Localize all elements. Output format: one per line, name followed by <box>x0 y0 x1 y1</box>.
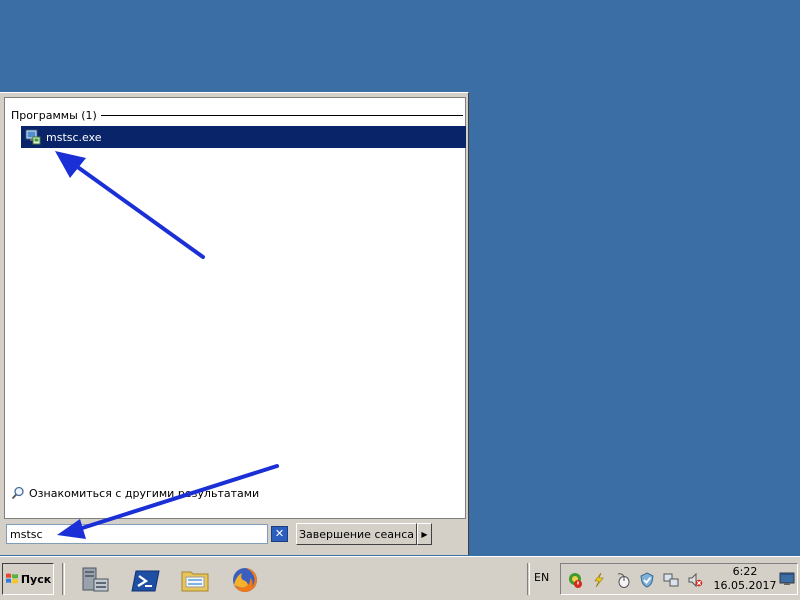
start-menu: Программы (1) mstsc.exe Ознакомиться с д… <box>0 92 469 555</box>
security-icon[interactable] <box>639 572 655 588</box>
clock[interactable]: 6:22 16.05.2017 <box>713 565 777 593</box>
tray-separator <box>527 563 530 595</box>
group-title: Программы (1) <box>11 108 97 122</box>
power-icon[interactable] <box>591 572 607 588</box>
clock-date: 16.05.2017 <box>713 579 777 592</box>
start-label: Пуск <box>20 572 52 586</box>
clear-search-button[interactable]: ✕ <box>271 526 288 542</box>
search-icon <box>11 486 24 500</box>
mouse-icon[interactable] <box>615 572 631 588</box>
server-manager-icon[interactable] <box>80 565 110 595</box>
shutdown-button[interactable]: Завершение сеанса <box>296 523 417 545</box>
update-warning-icon[interactable] <box>567 572 583 588</box>
windows-logo-icon <box>5 573 18 584</box>
taskbar-grip <box>62 563 65 595</box>
clock-time: 6:22 <box>732 565 758 578</box>
firefox-icon[interactable] <box>230 565 260 595</box>
powershell-icon[interactable] <box>131 565 161 595</box>
results-group-header: Программы (1) <box>11 108 463 122</box>
shutdown-options-button[interactable]: ▶ <box>417 523 432 545</box>
network-icon[interactable] <box>663 572 679 588</box>
result-item-mstsc[interactable]: mstsc.exe <box>21 126 466 148</box>
explorer-icon[interactable] <box>180 565 210 595</box>
search-input[interactable] <box>6 524 268 544</box>
search-row: ✕ Завершение сеанса ▶ <box>4 523 466 547</box>
result-item-label: mstsc.exe <box>46 130 102 144</box>
taskbar: Пуск EN 6:22 16.05.2017 <box>0 556 800 600</box>
start-button[interactable]: Пуск <box>2 563 54 595</box>
remote-desktop-icon <box>25 129 41 145</box>
see-more-results-link[interactable]: Ознакомиться с другими результатами <box>11 486 259 500</box>
see-more-label: Ознакомиться с другими результатами <box>29 486 260 500</box>
chevron-right-icon: ▶ <box>421 529 428 539</box>
volume-muted-icon[interactable] <box>687 572 703 588</box>
search-results-pane: Программы (1) mstsc.exe Ознакомиться с д… <box>4 97 466 519</box>
group-divider <box>100 115 463 116</box>
system-tray: 6:22 16.05.2017 <box>560 563 798 595</box>
language-indicator[interactable]: EN <box>534 571 549 584</box>
show-desktop-icon[interactable] <box>779 572 795 586</box>
